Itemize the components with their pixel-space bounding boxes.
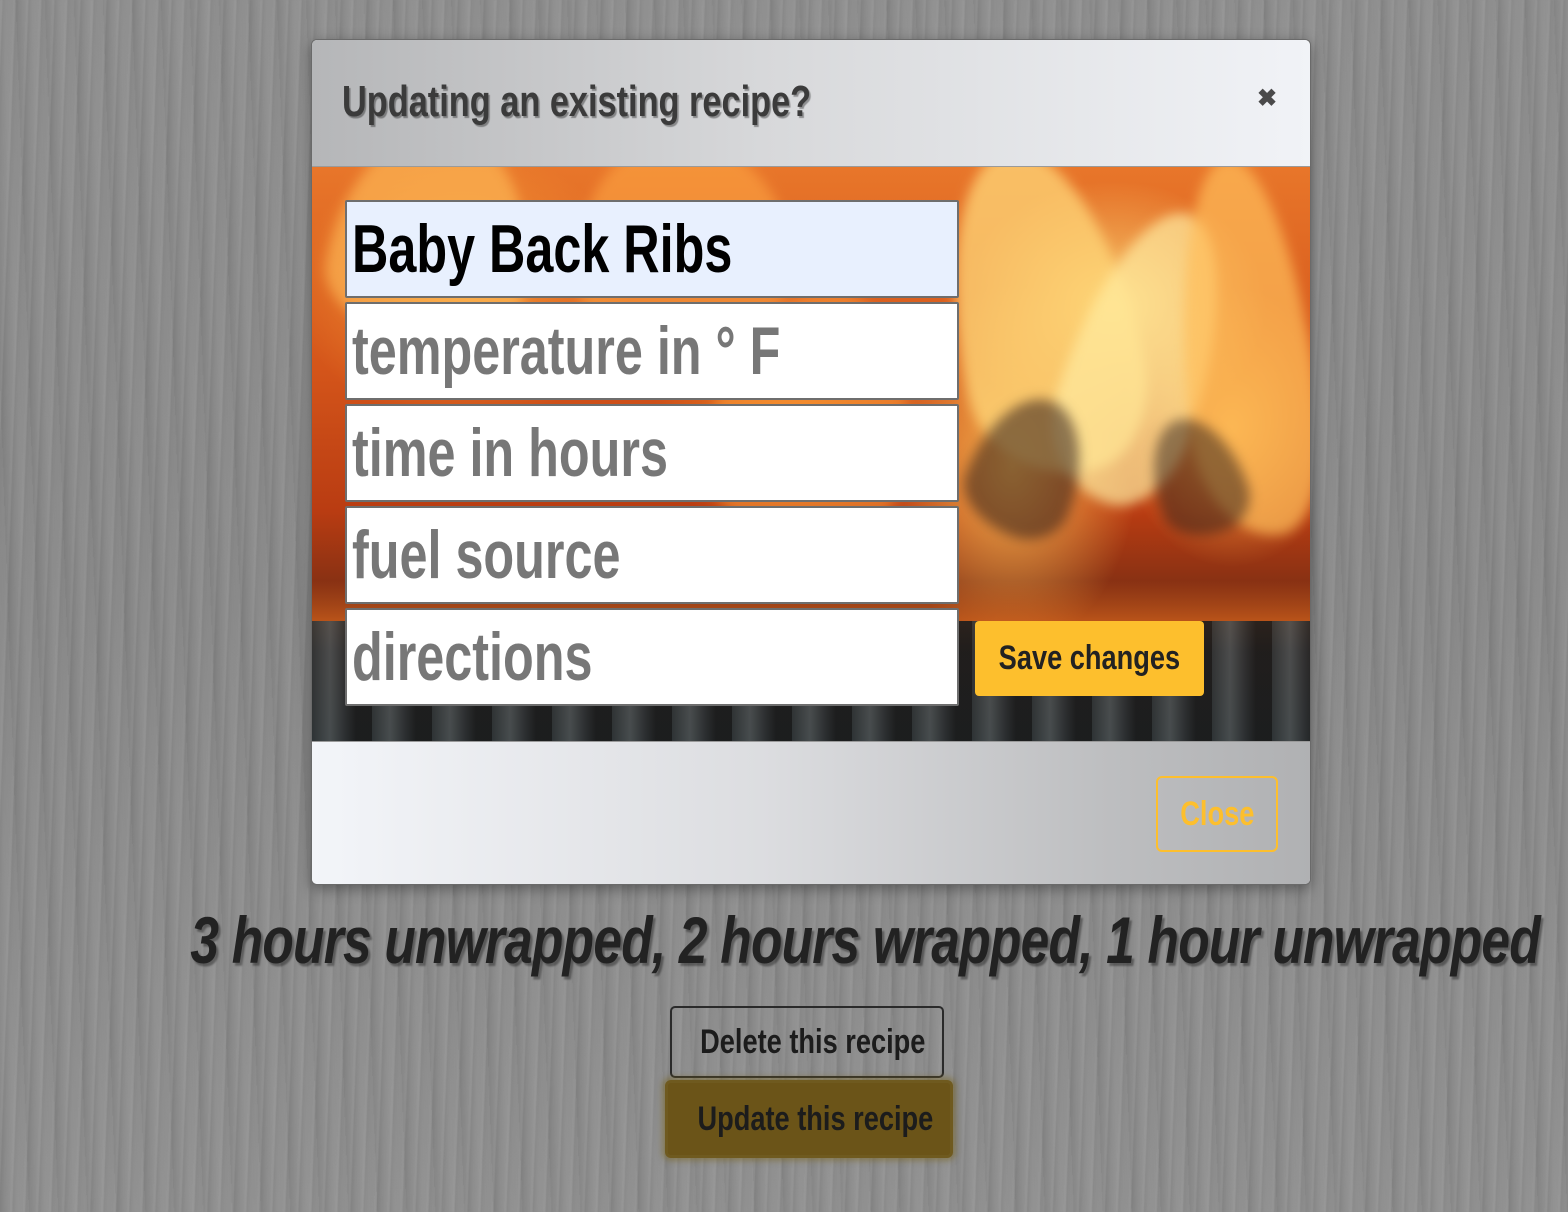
fuel-source-input[interactable]: fuel source <box>345 506 959 604</box>
recipe-directions-text: 3 hours unwrapped, 2 hours wrapped, 1 ho… <box>190 903 1540 977</box>
delete-recipe-button[interactable]: Delete this recipe <box>670 1006 944 1078</box>
modal-footer: Close <box>312 741 1310 884</box>
modal-header: Updating an existing recipe? ✖ <box>312 40 1310 167</box>
modal-body: Baby Back Ribs temperature in ° F time i… <box>312 167 1310 741</box>
time-input[interactable]: time in hours <box>345 404 959 502</box>
update-recipe-button[interactable]: Update this recipe <box>665 1080 953 1158</box>
close-icon[interactable]: ✖ <box>1252 84 1282 114</box>
modal-title: Updating an existing recipe? <box>342 77 812 126</box>
close-button[interactable]: Close <box>1156 776 1278 852</box>
update-recipe-modal: Updating an existing recipe? ✖ Baby Back… <box>311 39 1311 885</box>
recipe-name-input[interactable]: Baby Back Ribs <box>345 200 959 298</box>
save-changes-button[interactable]: Save changes <box>975 621 1204 696</box>
directions-input[interactable]: directions <box>345 608 959 706</box>
temperature-input[interactable]: temperature in ° F <box>345 302 959 400</box>
